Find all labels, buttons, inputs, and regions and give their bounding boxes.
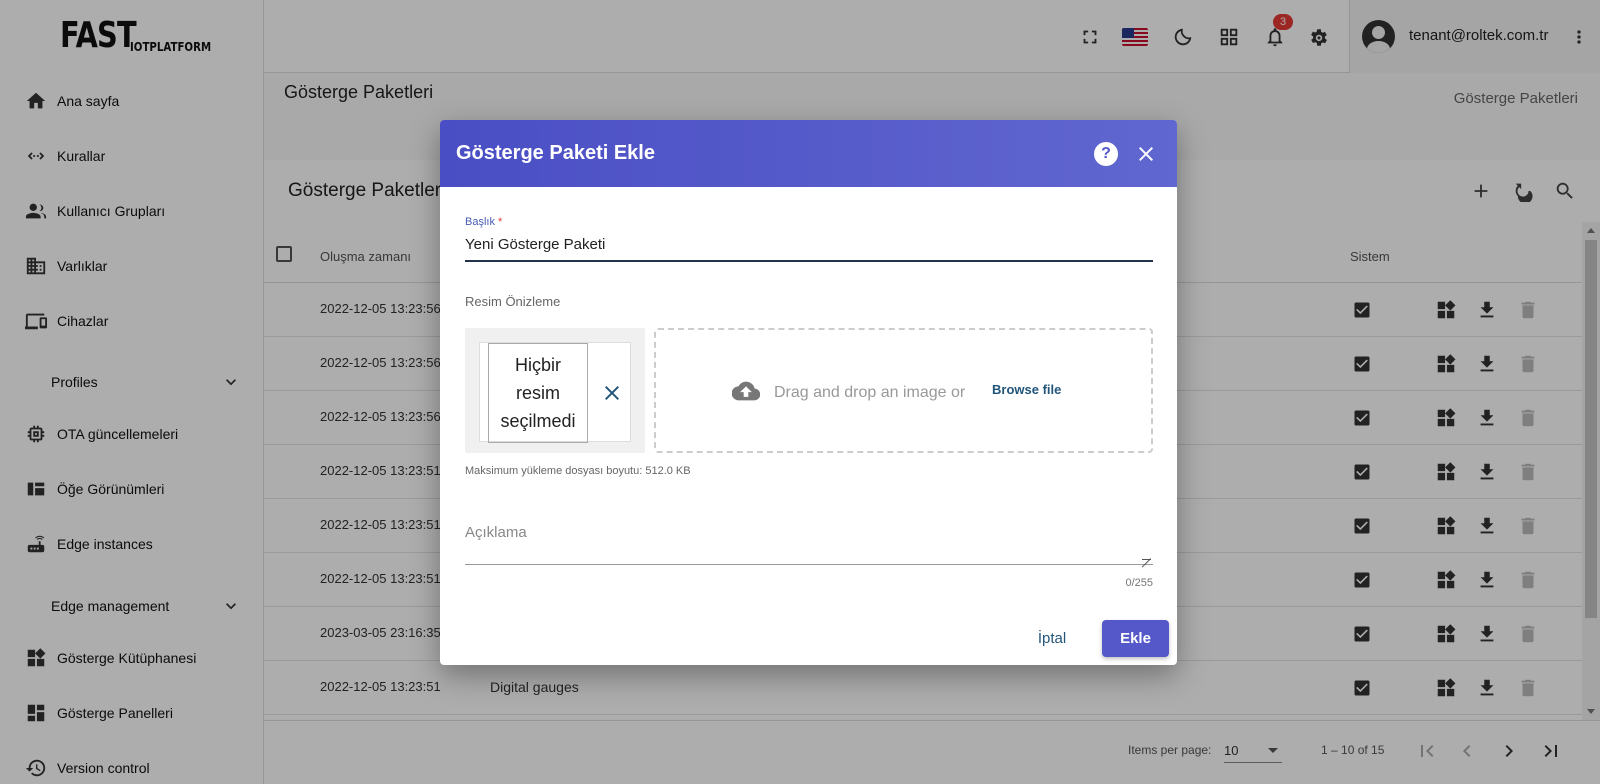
add-widgets-bundle-dialog: Gösterge Paketi Ekle ? Başlık * Resim Ön…	[440, 120, 1177, 665]
resize-handle-icon[interactable]	[1142, 551, 1151, 560]
title-field-label: Başlık *	[465, 216, 503, 228]
close-icon[interactable]	[1134, 142, 1158, 166]
cancel-button[interactable]: İptal	[1025, 620, 1079, 656]
description-textarea[interactable]: Açıklama	[465, 524, 527, 541]
dialog-title: Gösterge Paketi Ekle	[456, 142, 655, 164]
dialog-header: Gösterge Paketi Ekle ?	[440, 120, 1177, 187]
cloud-upload-icon	[732, 379, 760, 403]
max-upload-size-hint: Maksimum yükleme dosyası boyutu: 512.0 K…	[465, 465, 691, 477]
clear-image-close-icon[interactable]	[600, 381, 624, 405]
image-dropzone[interactable]: Drag and drop an image or Browse file	[654, 328, 1153, 453]
description-underline	[465, 564, 1153, 565]
browse-file-link[interactable]: Browse file	[992, 382, 1061, 397]
dropzone-text: Drag and drop an image or	[774, 384, 966, 401]
character-counter: 0/255	[1125, 577, 1153, 589]
help-icon[interactable]: ?	[1094, 142, 1118, 166]
image-preview-label: Resim Önizleme	[465, 294, 561, 309]
image-preview: Hiçbir resim seçilmedi	[465, 328, 645, 453]
title-input[interactable]	[465, 230, 1153, 262]
no-image-placeholder: Hiçbir resim seçilmedi	[488, 343, 588, 443]
add-button[interactable]: Ekle	[1102, 620, 1169, 657]
